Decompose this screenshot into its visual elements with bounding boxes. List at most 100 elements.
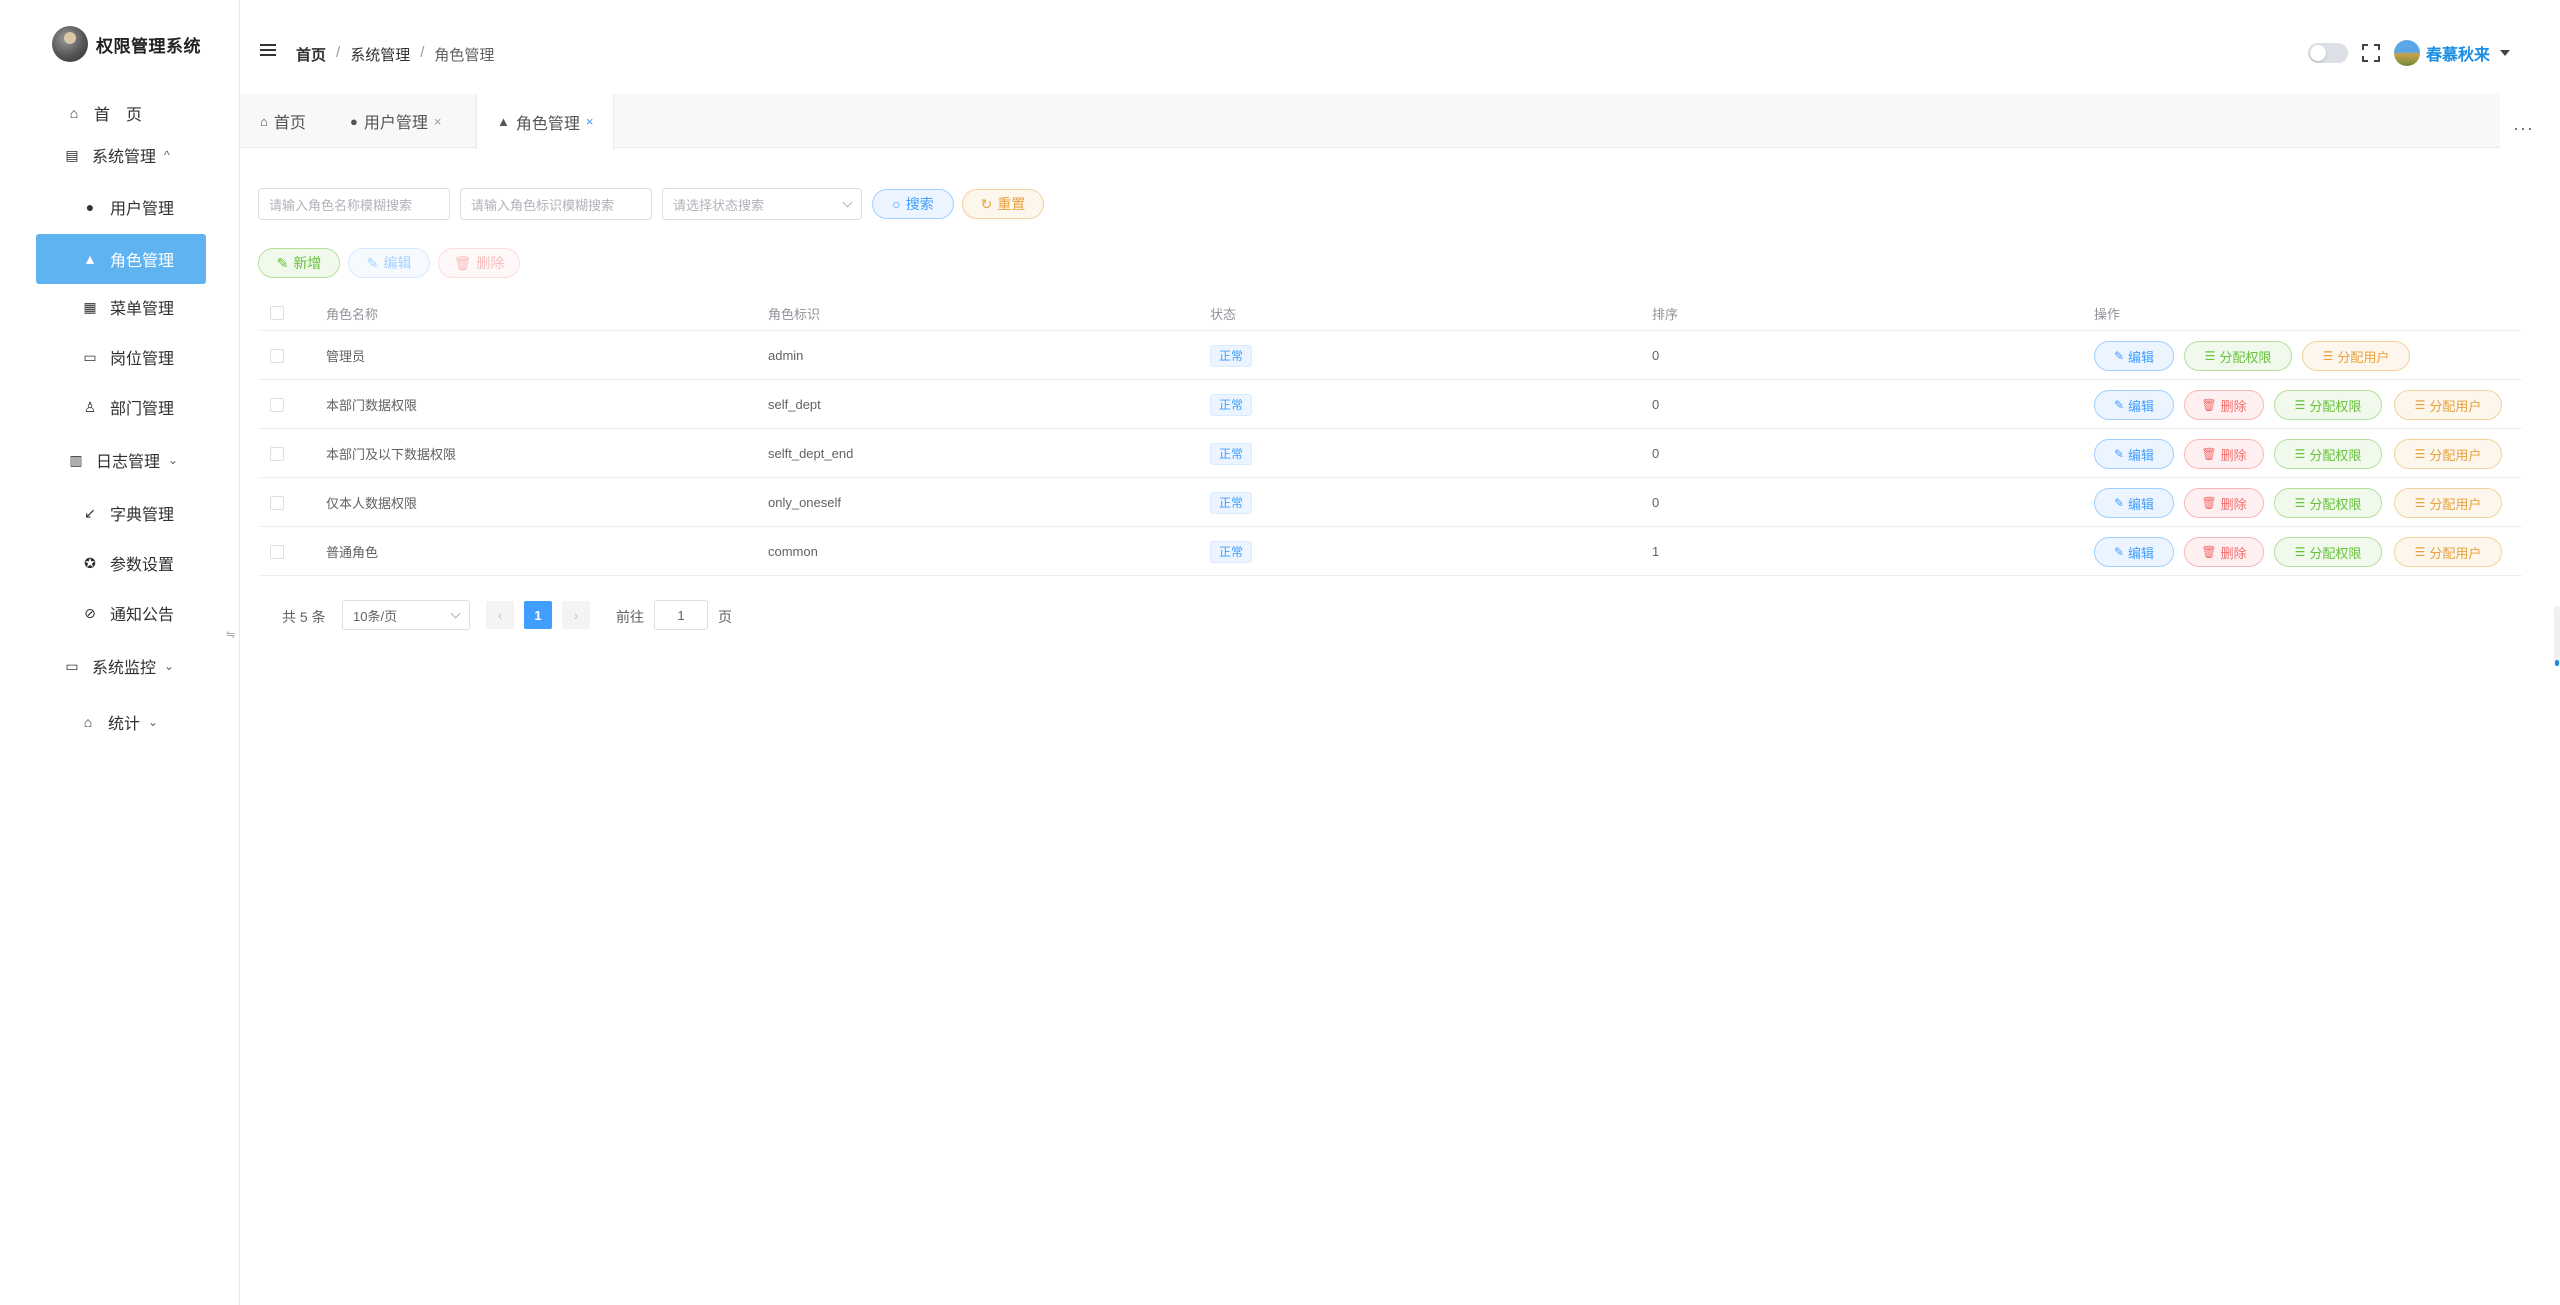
assign-user-button[interactable]: ☰ 分配用户	[2394, 488, 2502, 518]
table-header: 角色名称 角色标识 状态 排序 操作	[258, 295, 2522, 331]
reset-button-label: 重置	[997, 196, 1026, 212]
cell-name: 本部门及以下数据权限	[326, 447, 457, 462]
fullscreen-icon[interactable]	[2361, 44, 2380, 62]
row-edit-button[interactable]: ✎ 编辑	[2094, 341, 2174, 371]
page-jump-input[interactable]: 1	[654, 600, 708, 630]
edit-button[interactable]: ✎ 编辑	[348, 248, 430, 278]
sidebar-item-posts[interactable]: ▭ 岗位管理	[82, 332, 174, 382]
row-checkbox[interactable]	[270, 495, 284, 510]
trash-icon: 🗑	[2201, 545, 2217, 559]
sidebar-item-users[interactable]: ● 用户管理	[82, 182, 174, 232]
assign-user-label: 分配用户	[2429, 447, 2482, 463]
row-edit-button[interactable]: ✎ 编辑	[2094, 439, 2174, 469]
sidebar-item-label: 参数设置	[110, 557, 175, 574]
table-row: 本部门及以下数据权限 selft_dept_end 正常 0 ✎ 编辑 🗑 删除 ☰…	[258, 429, 2522, 478]
row-edit-label: 编辑	[2128, 545, 2155, 561]
assign-user-button[interactable]: ☰ 分配用户	[2394, 537, 2502, 567]
sidebar-item-depts[interactable]: ♙ 部门管理	[82, 382, 174, 432]
sidebar-item-monitor[interactable]: ▭ 系统监控 ⌄	[64, 641, 174, 691]
breadcrumb-system[interactable]: 系统管理	[350, 44, 410, 65]
assign-permission-button[interactable]: ☰ 分配权限	[2274, 439, 2382, 469]
role-key-search-input[interactable]: 请输入角色标识模糊搜索	[460, 188, 652, 220]
role-name-search-input[interactable]: 请输入角色名称模糊搜索	[258, 188, 450, 220]
tab-roles[interactable]: ▲ 角色管理 ×	[476, 94, 615, 149]
assign-permission-button[interactable]: ☰ 分配权限	[2274, 488, 2382, 518]
collapse-handle-icon[interactable]: ⇋	[226, 628, 235, 641]
sidebar-item-label: 通知公告	[110, 607, 175, 624]
tab-bar: ⌂ 首页 ● 用户管理 × ▲ 角色管理 ×	[240, 94, 2500, 149]
row-checkbox[interactable]	[270, 348, 284, 363]
assign-user-label: 分配用户	[2429, 496, 2482, 512]
placeholder: 请输入角色标识模糊搜索	[471, 197, 615, 213]
cell-name: 本部门数据权限	[326, 398, 418, 413]
scrollbar[interactable]	[2554, 606, 2560, 666]
sidebar-item-roles[interactable]: ▲ 角色管理	[36, 234, 206, 284]
row-edit-button[interactable]: ✎ 编辑	[2094, 537, 2174, 567]
cell-name: 普通角色	[326, 545, 379, 560]
assign-permission-label: 分配权限	[2309, 398, 2362, 414]
tab-users[interactable]: ● 用户管理 ×	[330, 94, 461, 148]
select-all-checkbox[interactable]	[270, 306, 284, 320]
header: 首页 / 系统管理 / 角色管理 春慕秋来	[240, 0, 2560, 100]
cell-sort: 0	[1652, 397, 1660, 412]
sidebar-item-menus[interactable]: ▦ 菜单管理	[82, 282, 174, 332]
sidebar-item-stats[interactable]: ⌂ 统计 ⌄	[80, 697, 158, 747]
header-actions: 操作	[2094, 306, 2121, 322]
post-icon: ▭	[83, 348, 97, 365]
theme-toggle[interactable]	[2307, 43, 2348, 63]
row-checkbox[interactable]	[270, 544, 284, 559]
assign-permission-label: 分配权限	[2309, 496, 2362, 512]
row-delete-button[interactable]: 🗑 删除	[2184, 488, 2264, 518]
close-icon[interactable]: ×	[434, 114, 442, 129]
cell-name: 仅本人数据权限	[326, 496, 418, 511]
close-icon[interactable]: ×	[586, 114, 594, 129]
page-size-select[interactable]: 10条/页	[342, 600, 470, 630]
edit-icon: ✎	[366, 254, 379, 271]
assign-permission-button[interactable]: ☰ 分配权限	[2274, 537, 2382, 567]
sidebar-item-dict[interactable]: ↙ 字典管理	[82, 488, 174, 538]
sidebar-item-logs[interactable]: ▥ 日志管理 ⌄	[68, 435, 178, 485]
edit-icon: ✎	[2113, 545, 2125, 559]
sidebar-item-label: 用户管理	[110, 201, 175, 218]
sidebar-item-params[interactable]: ✪ 参数设置	[82, 538, 174, 588]
role-icon: ▲	[497, 114, 510, 129]
more-icon[interactable]: ···	[2513, 118, 2534, 139]
calendar-icon: ▥	[69, 451, 83, 468]
prev-page-button[interactable]: ‹	[486, 601, 514, 629]
page-number-button[interactable]: 1	[524, 601, 552, 629]
user-menu[interactable]: 春慕秋来	[2393, 40, 2510, 66]
next-page-button[interactable]: ›	[562, 601, 590, 629]
status-select[interactable]: 请选择状态搜索	[662, 188, 862, 220]
assign-user-button[interactable]: ☰ 分配用户	[2394, 390, 2502, 420]
reset-button[interactable]: ↻ 重置	[962, 189, 1044, 219]
row-edit-button[interactable]: ✎ 编辑	[2094, 390, 2174, 420]
chevron-down-icon: ⌄	[164, 659, 175, 673]
assign-user-button[interactable]: ☰ 分配用户	[2302, 341, 2410, 371]
row-edit-button[interactable]: ✎ 编辑	[2094, 488, 2174, 518]
tab-home[interactable]: ⌂ 首页	[240, 94, 326, 148]
add-icon: ✎	[276, 254, 289, 271]
caret-down-icon	[2500, 50, 2510, 56]
cell-sort: 0	[1652, 495, 1660, 510]
breadcrumb-home[interactable]: 首页	[296, 44, 326, 65]
row-delete-button[interactable]: 🗑 删除	[2184, 390, 2264, 420]
sidebar-item-notice[interactable]: ⊘ 通知公告	[82, 588, 174, 638]
hamburger-icon[interactable]	[260, 44, 276, 58]
search-button[interactable]: ○ 搜索	[872, 189, 954, 219]
chevron-up-icon: ^	[164, 148, 170, 162]
sidebar-item-system[interactable]: ▤ 系统管理 ^	[64, 130, 170, 180]
cell-sort: 1	[1652, 544, 1660, 559]
delete-button[interactable]: 🗑 删除	[438, 248, 520, 278]
header-sort: 排序	[1652, 306, 1679, 322]
row-delete-button[interactable]: 🗑 删除	[2184, 439, 2264, 469]
edit-icon: ✎	[2113, 496, 2125, 510]
row-checkbox[interactable]	[270, 397, 284, 412]
assign-permission-button[interactable]: ☰ 分配权限	[2184, 341, 2292, 371]
assign-user-button[interactable]: ☰ 分配用户	[2394, 439, 2502, 469]
add-button[interactable]: ✎ 新增	[258, 248, 340, 278]
assign-permission-button[interactable]: ☰ 分配权限	[2274, 390, 2382, 420]
row-checkbox[interactable]	[270, 446, 284, 461]
row-delete-button[interactable]: 🗑 删除	[2184, 537, 2264, 567]
sliders-icon: ☰	[2294, 398, 2306, 412]
pagination-total: 共 5 条	[282, 609, 326, 625]
